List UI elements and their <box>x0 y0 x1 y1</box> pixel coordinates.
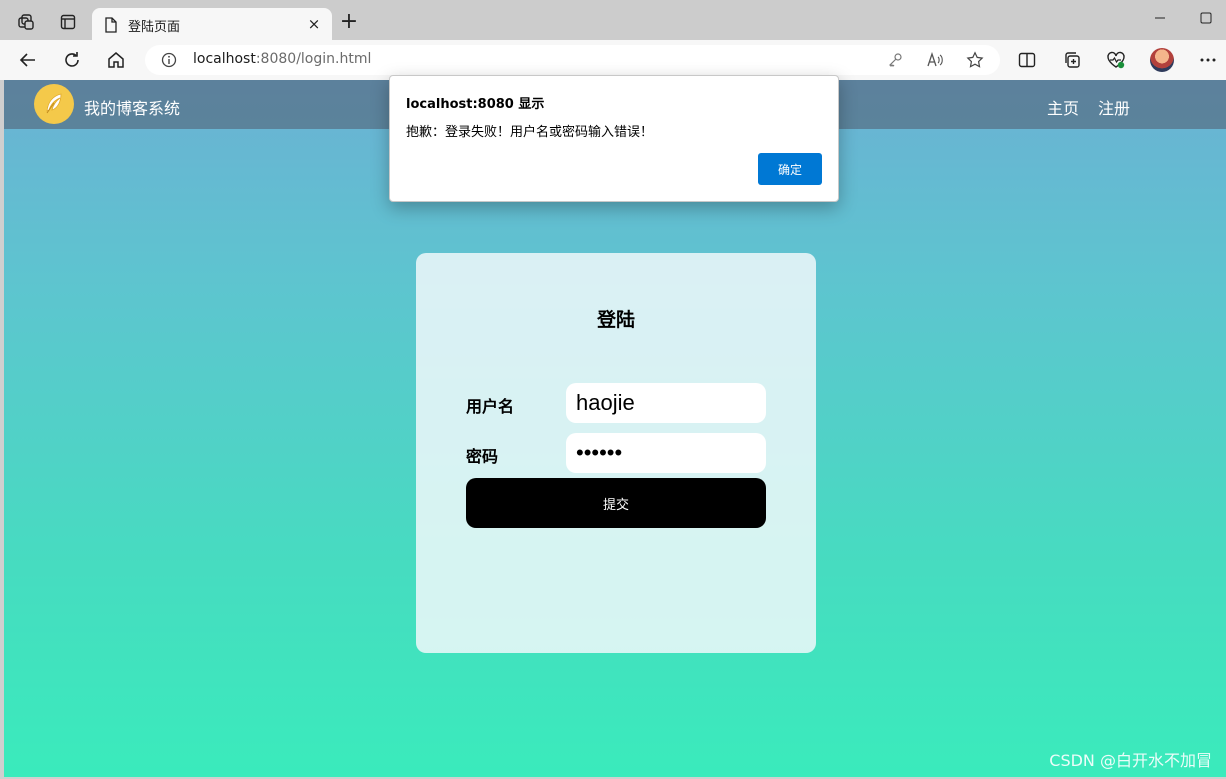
dialog-ok-button[interactable]: 确定 <box>758 153 822 185</box>
collections-icon[interactable] <box>1060 48 1084 72</box>
alert-dialog: localhost:8080 显示 抱歉：登录失败！用户名或密码输入错误！ 确定 <box>389 75 839 202</box>
close-icon[interactable]: × <box>304 14 324 34</box>
tab-title: 登陆页面 <box>128 20 181 35</box>
dialog-title: localhost:8080 显示 <box>406 97 545 112</box>
dialog-message: 抱歉：登录失败！用户名或密码输入错误！ <box>406 125 654 140</box>
submit-button[interactable]: 提交 <box>466 478 766 528</box>
favorite-star-icon[interactable] <box>965 50 985 70</box>
browser-tab[interactable]: 登陆页面 × <box>92 8 332 42</box>
username-label: 用户名 <box>466 397 515 416</box>
nav-link-home[interactable]: 主页 <box>1047 95 1079 119</box>
site-title: 我的博客系统 <box>84 99 181 118</box>
browser-essentials-icon[interactable] <box>1104 48 1128 72</box>
maximize-icon[interactable] <box>1196 8 1216 28</box>
browser-toolbar: localhost:8080/login.html <box>0 40 1226 80</box>
url-path: :8080/login.html <box>255 51 372 67</box>
password-input[interactable] <box>566 433 766 473</box>
split-screen-icon[interactable] <box>1015 48 1039 72</box>
feather-logo-icon <box>34 84 74 124</box>
login-card: 登陆 用户名 密码 提交 <box>416 253 816 653</box>
more-icon[interactable] <box>1196 48 1220 72</box>
username-input[interactable] <box>566 383 766 423</box>
tab-actions-icon[interactable] <box>56 10 80 34</box>
info-icon[interactable] <box>161 52 177 68</box>
profile-avatar[interactable] <box>1150 48 1174 72</box>
minimize-icon[interactable] <box>1150 8 1170 28</box>
password-label: 密码 <box>466 447 499 466</box>
new-tab-icon[interactable]: + <box>338 11 360 34</box>
page-icon <box>105 17 117 33</box>
watermark: CSDN @白开水不加冒 <box>1049 751 1212 770</box>
address-bar[interactable]: localhost:8080/login.html <box>145 45 1000 75</box>
key-icon[interactable] <box>885 50 905 70</box>
login-heading: 登陆 <box>596 309 635 331</box>
back-icon[interactable] <box>16 48 40 72</box>
refresh-icon[interactable] <box>60 48 84 72</box>
home-icon[interactable] <box>104 48 128 72</box>
workspaces-icon[interactable] <box>14 10 38 34</box>
read-aloud-icon[interactable] <box>925 50 945 70</box>
nav-link-register[interactable]: 注册 <box>1098 95 1130 119</box>
browser-tab-strip: 登陆页面 × + <box>0 0 1226 42</box>
url-text[interactable]: localhost:8080/login.html <box>193 51 371 67</box>
url-host: localhost <box>193 51 256 67</box>
